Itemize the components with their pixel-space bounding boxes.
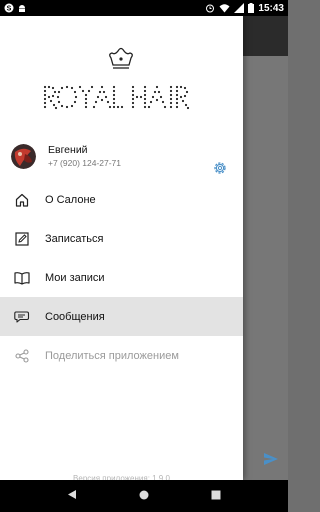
menu-item-label: О Салоне (45, 193, 96, 206)
gear-icon[interactable] (212, 160, 228, 176)
status-time: 15:43 (258, 2, 284, 14)
menu-item-label: Мои записи (45, 271, 105, 284)
menu-item-book-appointment[interactable]: Записаться (0, 219, 243, 258)
wifi-icon (219, 3, 230, 13)
navigation-drawer: Евгений +7 (920) 124-27-71 О Салоне Запи… (0, 16, 243, 483)
menu-item-label: Поделиться приложением (45, 349, 179, 362)
status-bar: S 15:43 (0, 0, 288, 16)
user-phone: +7 (920) 124-27-71 (48, 157, 122, 168)
user-name: Евгений (48, 143, 88, 156)
menu-item-label: Записаться (45, 232, 104, 245)
share-icon (14, 348, 30, 364)
send-icon[interactable] (264, 452, 278, 470)
crown-icon (109, 47, 133, 69)
recent-apps-icon[interactable] (211, 487, 221, 505)
skype-icon: S (4, 3, 14, 13)
logo-lettering (43, 85, 190, 110)
signal-icon (234, 3, 245, 13)
book-icon (14, 270, 30, 286)
royal-hair-logo (0, 44, 243, 124)
svg-text:S: S (7, 6, 12, 13)
menu-item-messages[interactable]: Сообщения (0, 297, 243, 336)
edit-icon (14, 231, 30, 247)
alarm-icon (205, 3, 215, 13)
menu-item-about-salon[interactable]: О Салоне (0, 180, 243, 219)
home-button-icon[interactable] (139, 487, 149, 505)
avatar (11, 143, 36, 169)
drawer-menu: О Салоне Записаться Мои записи Сообщения… (0, 180, 243, 375)
android-icon (17, 3, 27, 13)
battery-icon (248, 3, 255, 13)
user-profile[interactable]: Евгений +7 (920) 124-27-71 (11, 142, 233, 170)
home-icon (14, 192, 30, 208)
chat-icon (14, 309, 30, 325)
menu-item-my-appointments[interactable]: Мои записи (0, 258, 243, 297)
menu-item-share-app[interactable]: Поделиться приложением (0, 336, 243, 375)
menu-item-label: Сообщения (45, 310, 105, 323)
back-icon[interactable] (67, 487, 77, 505)
system-navigation-bar (0, 480, 288, 512)
